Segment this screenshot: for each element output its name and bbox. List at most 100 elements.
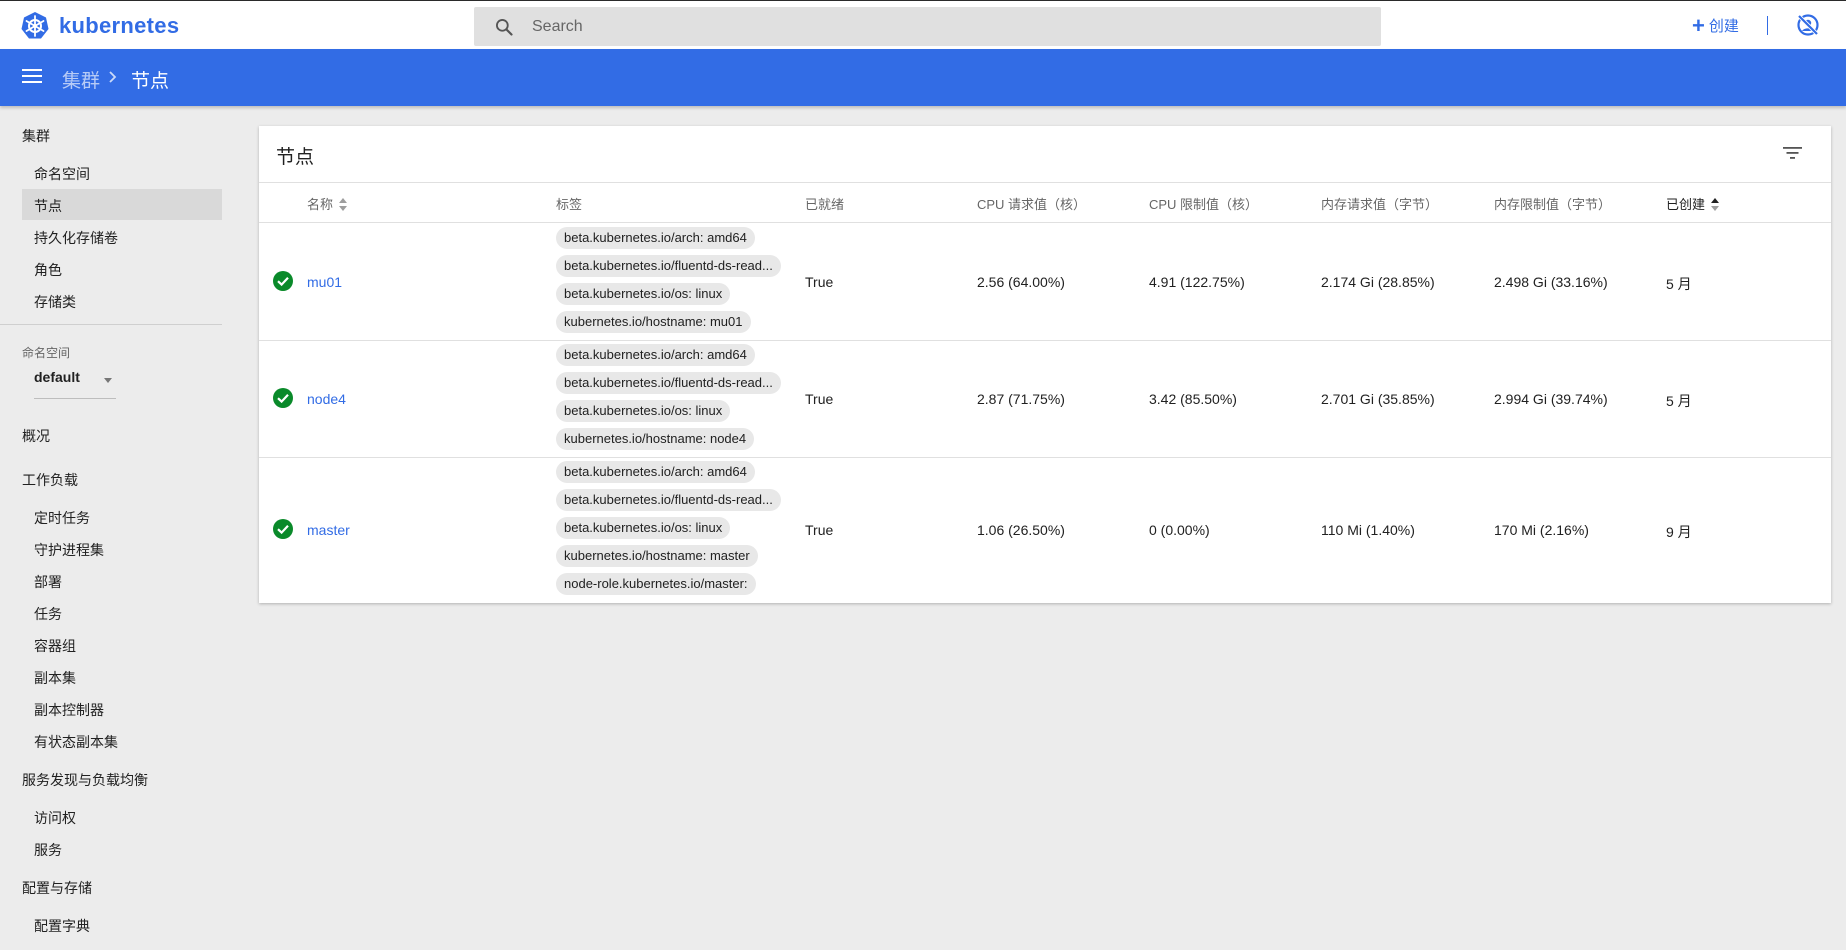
memory-requests-value: 2.701 Gi (35.85%)	[1321, 391, 1435, 407]
label-chip: beta.kubernetes.io/arch: amd64	[556, 344, 755, 366]
create-button[interactable]: + 创建	[1692, 12, 1739, 38]
sidebar-item-nodes[interactable]: 节点	[34, 196, 62, 216]
sidebar-item-cronjobs[interactable]: 定时任务	[34, 508, 90, 528]
memory-requests-value: 110 Mi (1.40%)	[1321, 522, 1415, 538]
column-header-memory-requests: 内存请求值（字节）	[1321, 197, 1439, 212]
sidebar-item-persistent-volumes[interactable]: 持久化存储卷	[34, 228, 118, 248]
label-chip: kubernetes.io/hostname: node4	[556, 428, 755, 450]
column-header-cpu-requests: CPU 请求值（核）	[977, 197, 1087, 212]
label-chip: node-role.kubernetes.io/master:	[556, 573, 756, 595]
created-value: 9 月	[1666, 524, 1692, 540]
plus-icon: +	[1692, 12, 1705, 38]
sidebar-header-discovery[interactable]: 服务发现与负载均衡	[22, 770, 148, 790]
card-title: 节点	[276, 147, 315, 168]
sort-ascending-icon	[1711, 197, 1720, 212]
label-chip: beta.kubernetes.io/os: linux	[556, 283, 731, 305]
label-chip: beta.kubernetes.io/os: linux	[556, 517, 731, 539]
sidebar-item-overview[interactable]: 概况	[22, 426, 50, 446]
check-circle-icon	[273, 271, 293, 291]
column-header-ready: 已就绪	[805, 197, 845, 212]
sort-icon	[339, 197, 348, 212]
label-chip: kubernetes.io/hostname: mu01	[556, 311, 751, 333]
ready-value: True	[805, 391, 834, 407]
created-value: 5 月	[1666, 276, 1692, 292]
toolbar-divider	[1767, 16, 1768, 35]
column-header-name[interactable]: 名称	[307, 194, 348, 213]
label-chip: beta.kubernetes.io/os: linux	[556, 400, 731, 422]
memory-limits-value: 2.498 Gi (33.16%)	[1494, 274, 1608, 290]
row-divider	[259, 457, 1831, 458]
node-name-link[interactable]: master	[307, 522, 350, 538]
nodes-card: 节点 名称 标签 已就绪 CPU 请求值（核） CPU 限制值（核） 内存请求值…	[259, 126, 1831, 603]
created-value: 5 月	[1666, 393, 1692, 409]
node-name-link[interactable]: node4	[307, 391, 346, 407]
ready-value: True	[805, 522, 834, 538]
sidebar: 集群 命名空间 节点 持久化存储卷 角色 存储类 命名空间 default 概况…	[0, 106, 222, 950]
label-chip: beta.kubernetes.io/arch: amd64	[556, 227, 755, 249]
namespace-select[interactable]: default	[34, 369, 116, 399]
search-input[interactable]	[532, 17, 1332, 36]
top-bar: kubernetes + 创建	[0, 0, 1846, 49]
brand-name: kubernetes	[59, 13, 180, 38]
check-circle-icon	[273, 519, 293, 539]
filter-icon[interactable]	[1783, 146, 1803, 160]
cpu-requests-value: 2.56 (64.00%)	[977, 274, 1065, 290]
label-chip: beta.kubernetes.io/fluentd-ds-read...	[556, 255, 781, 277]
sidebar-item-storage-classes[interactable]: 存储类	[34, 292, 76, 312]
search-bar[interactable]	[474, 7, 1381, 46]
sidebar-item-replication-controllers[interactable]: 副本控制器	[34, 700, 104, 720]
memory-requests-value: 2.174 Gi (28.85%)	[1321, 274, 1435, 290]
column-header-name-label: 名称	[307, 197, 334, 212]
menu-icon[interactable]	[22, 68, 42, 89]
namespace-label: 命名空间	[22, 346, 71, 360]
breadcrumb-nodes: 节点	[131, 71, 170, 92]
column-header-created-label: 已创建	[1666, 197, 1706, 212]
column-header-divider	[259, 222, 1831, 223]
node-name-link[interactable]: mu01	[307, 274, 342, 290]
ready-value: True	[805, 274, 834, 290]
column-header-cpu-limits: CPU 限制值（核）	[1149, 197, 1259, 212]
sidebar-item-pods[interactable]: 容器组	[34, 636, 76, 656]
sidebar-item-replicasets[interactable]: 副本集	[34, 668, 76, 688]
row-divider	[259, 340, 1831, 341]
sidebar-header-cluster[interactable]: 集群	[22, 126, 50, 146]
sidebar-item-daemonsets[interactable]: 守护进程集	[34, 540, 104, 560]
memory-limits-value: 2.994 Gi (39.74%)	[1494, 391, 1608, 407]
sidebar-item-deployments[interactable]: 部署	[34, 572, 62, 592]
memory-limits-value: 170 Mi (2.16%)	[1494, 522, 1589, 538]
sidebar-item-ingresses[interactable]: 访问权	[34, 808, 76, 828]
cpu-requests-value: 1.06 (26.50%)	[977, 522, 1065, 538]
label-chip: beta.kubernetes.io/arch: amd64	[556, 461, 755, 483]
sidebar-header-config[interactable]: 配置与存储	[22, 878, 92, 898]
sidebar-item-jobs[interactable]: 任务	[34, 604, 62, 624]
search-icon	[496, 18, 513, 36]
cpu-limits-value: 3.42 (85.50%)	[1149, 391, 1237, 407]
sidebar-item-roles[interactable]: 角色	[34, 260, 62, 280]
dropdown-arrow-icon	[104, 378, 112, 383]
label-chip: beta.kubernetes.io/fluentd-ds-read...	[556, 489, 781, 511]
kubernetes-logo[interactable]: kubernetes	[20, 11, 179, 41]
chevron-right-icon	[109, 71, 117, 83]
sidebar-divider	[0, 324, 222, 325]
label-chip: kubernetes.io/hostname: master	[556, 545, 758, 567]
namespace-value: default	[34, 369, 80, 385]
user-logout-icon[interactable]	[1796, 13, 1820, 42]
sidebar-item-namespaces[interactable]: 命名空间	[34, 164, 90, 184]
column-header-created[interactable]: 已创建	[1666, 194, 1720, 213]
create-label: 创建	[1708, 18, 1739, 35]
breadcrumb-bar: 集群 节点	[0, 49, 1846, 106]
header-divider	[259, 182, 1831, 183]
cpu-limits-value: 0 (0.00%)	[1149, 522, 1210, 538]
check-circle-icon	[273, 388, 293, 408]
column-header-memory-limits: 内存限制值（字节）	[1494, 197, 1612, 212]
cpu-requests-value: 2.87 (71.75%)	[977, 391, 1065, 407]
sidebar-header-workloads[interactable]: 工作负载	[22, 470, 78, 490]
cpu-limits-value: 4.91 (122.75%)	[1149, 274, 1245, 290]
sidebar-item-services[interactable]: 服务	[34, 840, 62, 860]
kubernetes-helm-icon	[21, 12, 49, 39]
label-chip: beta.kubernetes.io/fluentd-ds-read...	[556, 372, 781, 394]
sidebar-item-statefulsets[interactable]: 有状态副本集	[34, 732, 118, 752]
sidebar-item-configmaps[interactable]: 配置字典	[34, 916, 90, 936]
breadcrumb-cluster[interactable]: 集群	[62, 66, 100, 93]
column-header-labels: 标签	[556, 197, 583, 212]
